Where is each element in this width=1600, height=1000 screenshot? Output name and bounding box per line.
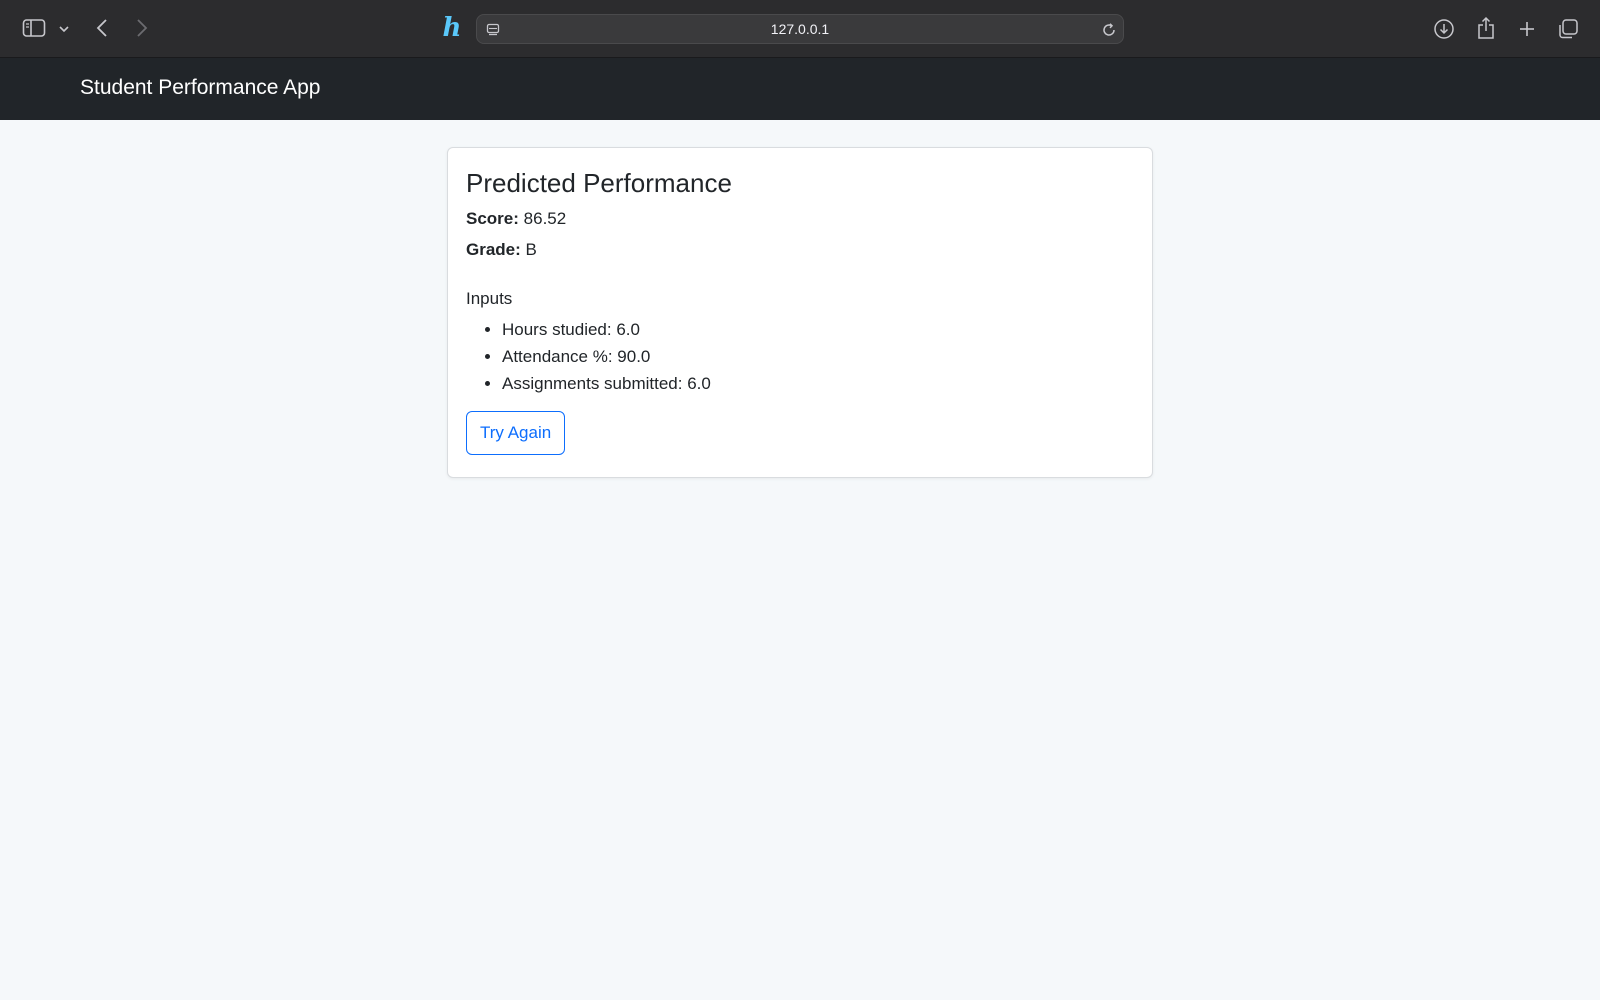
- share-icon[interactable]: [1474, 15, 1498, 41]
- sidebar-toggle-icon[interactable]: [22, 17, 46, 39]
- navbar-brand[interactable]: Student Performance App: [80, 76, 321, 100]
- browser-toolbar: h 127.0.0.1: [0, 0, 1600, 58]
- list-item: Attendance %: 90.0: [502, 347, 1134, 366]
- result-card: Predicted Performance Score: 86.52 Grade…: [447, 147, 1153, 478]
- tab-overview-icon[interactable]: [1556, 17, 1580, 41]
- card-title: Predicted Performance: [466, 168, 732, 198]
- back-arrow-icon[interactable]: [92, 17, 112, 39]
- hypothesis-logo-icon[interactable]: h: [438, 12, 466, 44]
- try-again-button[interactable]: Try Again: [466, 411, 566, 455]
- score-label: Score:: [466, 209, 519, 228]
- forward-arrow-icon[interactable]: [132, 17, 152, 39]
- grade-value: B: [525, 240, 537, 259]
- grade-label: Grade:: [466, 240, 521, 259]
- score-line: Score: 86.52: [466, 209, 1134, 229]
- grade-line: Grade: B: [466, 240, 1134, 260]
- score-value: 86.52: [523, 209, 567, 228]
- list-item: Assignments submitted: 6.0: [502, 374, 1134, 393]
- app-navbar: Student Performance App: [0, 58, 1600, 120]
- inputs-list: Hours studied: 6.0 Attendance %: 90.0 As…: [466, 320, 1134, 393]
- new-tab-icon[interactable]: [1515, 17, 1539, 41]
- chevron-down-icon[interactable]: [57, 22, 71, 36]
- url-text: 127.0.0.1: [770, 21, 830, 37]
- download-icon[interactable]: [1432, 17, 1456, 41]
- reload-icon[interactable]: [1101, 21, 1117, 39]
- address-bar[interactable]: 127.0.0.1: [476, 14, 1124, 44]
- list-item: Hours studied: 6.0: [502, 320, 1134, 339]
- inputs-heading: Inputs: [466, 289, 513, 308]
